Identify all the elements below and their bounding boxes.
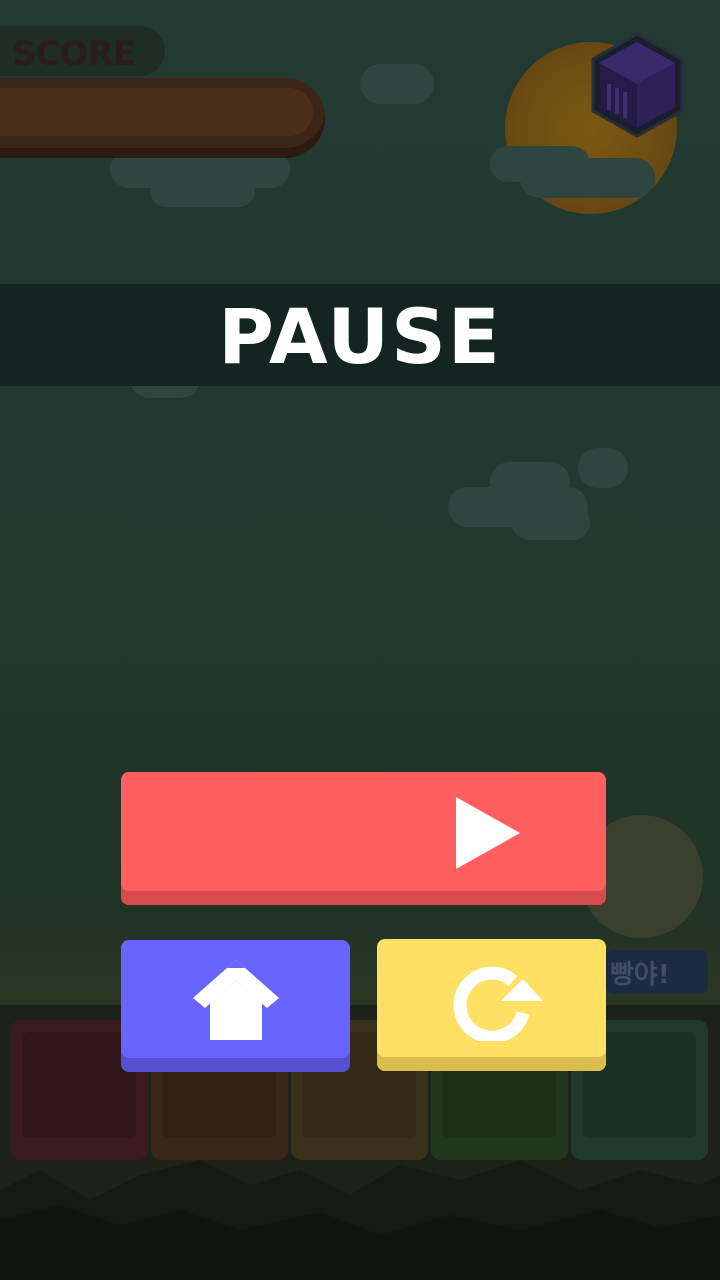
home-icon	[193, 960, 279, 1040]
cloud	[520, 158, 655, 198]
score-bar-fill	[0, 88, 313, 136]
score-bar	[0, 78, 325, 158]
cloud	[512, 505, 590, 540]
play-icon	[456, 797, 520, 869]
cloud	[150, 175, 255, 207]
speech-bubble-text: 빵야!	[610, 960, 670, 990]
pause-title: PAUSE	[218, 292, 502, 381]
cloud	[360, 64, 434, 104]
speech-bubble: 빵야!	[606, 950, 708, 994]
score-label: SCORE	[12, 34, 136, 74]
pause-banner: PAUSE	[0, 284, 720, 386]
home-button[interactable]	[121, 940, 350, 1072]
restart-button[interactable]	[377, 939, 606, 1071]
mountains	[0, 1160, 720, 1280]
restart-icon	[453, 966, 543, 1041]
score-label-pill: SCORE	[0, 26, 165, 76]
resume-button[interactable]	[121, 772, 606, 905]
cloud	[578, 448, 628, 488]
cube-icon	[590, 32, 685, 138]
